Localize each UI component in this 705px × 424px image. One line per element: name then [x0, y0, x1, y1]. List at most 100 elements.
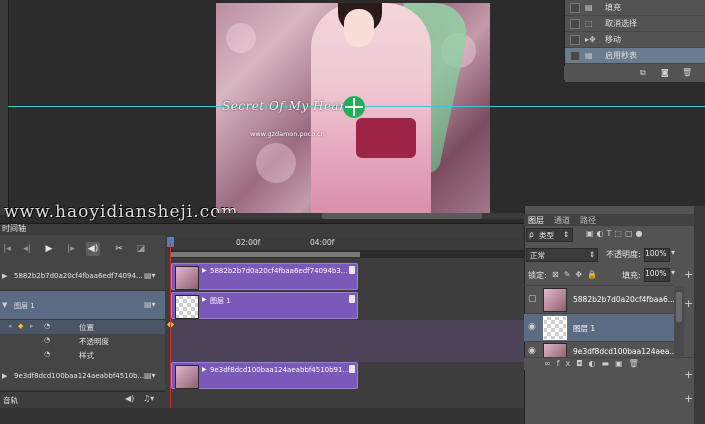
- work-area-bar[interactable]: [170, 250, 524, 258]
- layer-filter-kind-select[interactable]: ρ 类型 ⇕: [526, 228, 573, 242]
- split-scissors-icon[interactable]: ✂: [112, 242, 126, 256]
- property-row-position[interactable]: ◂ ◆ ▸ ◔ 位置: [0, 320, 165, 334]
- layer-row-selected[interactable]: ◉ 图层 1: [524, 313, 674, 341]
- previous-frame-icon[interactable]: ◂|: [20, 242, 34, 256]
- vertical-ruler[interactable]: [0, 0, 9, 215]
- track-menu-icon[interactable]: ▤▾: [144, 300, 156, 309]
- layer-thumbnail: [543, 288, 567, 312]
- expand-arrow-icon[interactable]: ▶: [2, 272, 7, 280]
- property-label: 不透明度: [79, 337, 109, 346]
- add-keyframe-icon[interactable]: ◆: [18, 322, 23, 330]
- panel-dock-strip: [694, 206, 705, 424]
- clip-name: 图层 1: [210, 297, 231, 305]
- fill-input[interactable]: 100%: [644, 268, 670, 282]
- track-header-selected[interactable]: ▼ 图层 1 ▤▾: [0, 291, 165, 320]
- move-icon: ▸✥: [585, 35, 596, 44]
- visibility-toggle-empty[interactable]: ▢: [528, 294, 537, 304]
- layer-filter-icons[interactable]: ▣◐T⬚▢●: [586, 229, 646, 238]
- transition-icon[interactable]: ◪: [134, 242, 148, 256]
- track-menu-icon[interactable]: ▤▾: [144, 371, 156, 380]
- bokeh-decor: [226, 23, 256, 53]
- clip-expand-icon[interactable]: ▶: [202, 267, 207, 274]
- opacity-dropdown-icon[interactable]: ▾: [671, 248, 675, 257]
- clip-end-handle[interactable]: [349, 295, 355, 303]
- timeline-clip[interactable]: ▶ 图层 1: [171, 292, 358, 319]
- opacity-input[interactable]: 100%: [644, 248, 670, 262]
- tab-timeline[interactable]: 时间轴: [2, 223, 26, 235]
- history-item-enable-stopwatch[interactable]: ▤ 启用秒表: [565, 48, 705, 64]
- blend-mode-select[interactable]: 正常 ⇕: [526, 248, 598, 262]
- collapse-arrow-icon[interactable]: ▼: [2, 301, 7, 309]
- layer-row[interactable]: ◉ 9e3df8dcd100baa124aea...: [524, 341, 674, 358]
- new-snapshot-icon[interactable]: ◙: [661, 68, 671, 77]
- clip-name: 5882b2b7d0a20cf4fbaa6edf74094b3...: [210, 267, 348, 275]
- scrollbar-thumb[interactable]: [676, 292, 682, 322]
- property-label: 位置: [79, 323, 94, 332]
- clip-end-handle[interactable]: [349, 266, 355, 274]
- filter-kind-value: 类型: [539, 231, 554, 240]
- tab-paths[interactable]: 路径: [580, 215, 596, 226]
- go-to-first-frame-icon[interactable]: |◂: [0, 242, 14, 256]
- tab-layers[interactable]: 图层: [528, 215, 544, 226]
- history-item-label: 移动: [605, 35, 621, 44]
- history-checkbox[interactable]: [570, 19, 580, 29]
- history-footer: ⧉ ◙ 🗑: [564, 66, 705, 80]
- history-checkbox[interactable]: [570, 3, 580, 13]
- track-name: 9e3df8dcd100baa124aeabbf4510b...: [14, 372, 145, 380]
- add-track-icon[interactable]: +: [684, 297, 693, 310]
- keyframe-lane-opacity[interactable]: [170, 334, 524, 349]
- speaker-icon[interactable]: ◀): [125, 394, 134, 403]
- stopwatch-icon[interactable]: ◔: [44, 336, 50, 344]
- layers-scrollbar[interactable]: [674, 286, 684, 356]
- time-mark-4s: 04:00f: [310, 238, 335, 247]
- deselect-icon: ⬚: [585, 19, 593, 28]
- history-item-move[interactable]: ▸✥ 移动: [565, 32, 705, 48]
- new-document-from-state-icon[interactable]: ⧉: [640, 68, 650, 77]
- trash-icon[interactable]: 🗑: [682, 68, 692, 77]
- history-item-label: 填充: [605, 3, 621, 12]
- play-icon[interactable]: ▶: [42, 242, 56, 256]
- next-frame-icon[interactable]: |▸: [64, 242, 78, 256]
- history-checkbox[interactable]: [570, 35, 580, 45]
- keyframe-lane-position[interactable]: [170, 320, 524, 335]
- track-header[interactable]: ▶ 9e3df8dcd100baa124aeabbf4510b... ▤▾: [0, 362, 165, 391]
- timeline-clip[interactable]: ▶ 9e3df8dcd100baa124aeabbf4510b91...: [171, 362, 358, 389]
- prev-keyframe-icon[interactable]: ◂: [8, 322, 12, 330]
- music-note-icon[interactable]: ♫▾: [143, 394, 154, 403]
- audio-toggle-icon[interactable]: ◀): [86, 242, 100, 256]
- history-checkbox[interactable]: [570, 51, 580, 61]
- expand-arrow-icon[interactable]: ▶: [2, 372, 7, 380]
- timeline-ruler[interactable]: 02:00f 04:00f: [165, 237, 524, 250]
- timeline-clip[interactable]: ▶ 5882b2b7d0a20cf4fbaa6edf74094b3...: [171, 263, 358, 290]
- track-menu-icon[interactable]: ▤▾: [144, 271, 156, 280]
- keyframe-lane-style[interactable]: [170, 348, 524, 363]
- add-track-icon[interactable]: +: [684, 368, 693, 381]
- scrollbar-thumb[interactable]: [322, 213, 482, 219]
- history-item-fill[interactable]: ▤ 填充: [565, 0, 705, 16]
- fill-dropdown-icon[interactable]: ▾: [671, 268, 675, 277]
- work-area-range[interactable]: [170, 252, 360, 257]
- property-row-style[interactable]: ◔ 样式: [0, 348, 165, 362]
- stopwatch-icon: ▤: [585, 51, 593, 60]
- stopwatch-icon[interactable]: ◔: [44, 350, 50, 358]
- add-track-icon[interactable]: +: [684, 392, 693, 405]
- track-header[interactable]: ▶ 5882b2b7d0a20cf4fbaa6edf74094... ▤▾: [0, 262, 165, 291]
- site-watermark: www.haoyidiansheji.com: [4, 202, 239, 222]
- playhead-line[interactable]: [170, 243, 171, 410]
- clip-end-handle[interactable]: [349, 365, 355, 373]
- layer-footer-icons[interactable]: ∞fx◘◐▬▣🗑: [544, 359, 645, 368]
- move-cursor-icon[interactable]: [343, 96, 365, 118]
- audio-track-header[interactable]: 音轨 ◀) ♫▾: [0, 391, 165, 409]
- layer-row[interactable]: ▢ 5882b2b7d0a20cf4fbaa6...: [524, 285, 675, 313]
- clip-expand-icon[interactable]: ▶: [202, 296, 207, 303]
- stopwatch-icon[interactable]: ◔: [44, 322, 50, 330]
- next-keyframe-icon[interactable]: ▸: [30, 322, 34, 330]
- add-track-icon[interactable]: +: [684, 268, 693, 281]
- eye-icon[interactable]: ◉: [528, 346, 536, 356]
- lock-icons[interactable]: ⊠✎✥🔒: [552, 270, 602, 279]
- eye-icon[interactable]: ◉: [528, 322, 536, 332]
- tab-channels[interactable]: 通道: [554, 215, 570, 226]
- clip-expand-icon[interactable]: ▶: [202, 366, 207, 373]
- history-item-deselect[interactable]: ⬚ 取消选择: [565, 16, 705, 32]
- property-row-opacity[interactable]: ◔ 不透明度: [0, 334, 165, 348]
